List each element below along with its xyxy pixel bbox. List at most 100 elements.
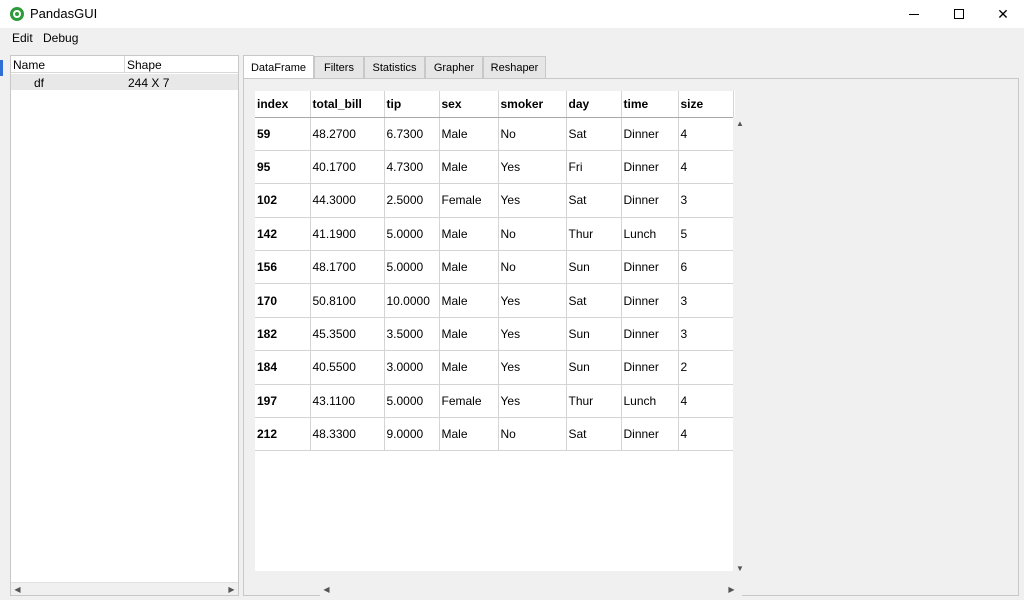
column-header-index[interactable]: index xyxy=(255,91,311,118)
table-cell[interactable]: Yes xyxy=(498,183,567,218)
table-cell[interactable]: Dinner xyxy=(621,117,679,151)
table-cell[interactable]: Male xyxy=(439,283,499,318)
navigator-row-df[interactable]: df 244 X 7 xyxy=(11,74,238,90)
table-cell[interactable]: 2 xyxy=(678,350,734,385)
table-cell[interactable]: Sat xyxy=(566,417,622,452)
table-row[interactable]: 59 48.2700 6.7300 Male No Sat Dinner 4 xyxy=(255,117,734,151)
tab-dataframe[interactable]: DataFrame xyxy=(243,55,314,79)
table-cell[interactable]: Dinner xyxy=(621,250,679,285)
table-cell[interactable]: 44.3000 xyxy=(310,183,385,218)
table-horizontal-scrollbar[interactable]: ◀ ▶ xyxy=(320,583,742,597)
row-index-cell[interactable]: 184 xyxy=(255,350,311,385)
table-cell[interactable]: Yes xyxy=(498,150,567,185)
table-cell[interactable]: Male xyxy=(439,417,499,452)
table-cell[interactable]: Yes xyxy=(498,350,567,385)
row-index-cell[interactable]: 212 xyxy=(255,417,311,452)
table-cell[interactable]: 4.7300 xyxy=(384,150,440,185)
table-cell[interactable]: Female xyxy=(439,384,499,419)
table-cell[interactable]: Sat xyxy=(566,283,622,318)
table-cell[interactable]: 43.1100 xyxy=(310,384,385,419)
row-index-cell[interactable]: 197 xyxy=(255,384,311,419)
table-cell[interactable]: Sun xyxy=(566,250,622,285)
close-button[interactable]: ✕ xyxy=(980,0,1024,28)
row-index-cell[interactable]: 156 xyxy=(255,250,311,285)
column-header-day[interactable]: day xyxy=(566,91,622,118)
table-cell[interactable]: Sat xyxy=(566,117,622,151)
table-cell[interactable]: 4 xyxy=(678,384,734,419)
table-vertical-scrollbar[interactable]: ▲ ▼ xyxy=(733,117,747,574)
table-cell[interactable]: Yes xyxy=(498,317,567,352)
table-cell[interactable]: No xyxy=(498,250,567,285)
table-cell[interactable]: 5.0000 xyxy=(384,217,440,252)
navigator-horizontal-scrollbar[interactable]: ◀ ▶ xyxy=(11,582,238,595)
table-row[interactable]: 184 40.5500 3.0000 Male Yes Sun Dinner 2 xyxy=(255,350,734,385)
table-cell[interactable]: Dinner xyxy=(621,350,679,385)
table-cell[interactable]: 4 xyxy=(678,417,734,452)
table-cell[interactable]: Yes xyxy=(498,384,567,419)
table-cell[interactable]: 40.1700 xyxy=(310,150,385,185)
scroll-right-icon[interactable]: ▶ xyxy=(225,583,238,596)
column-header-smoker[interactable]: smoker xyxy=(498,91,567,118)
table-cell[interactable]: 41.1900 xyxy=(310,217,385,252)
column-header-total-bill[interactable]: total_bill xyxy=(310,91,385,118)
tab-statistics[interactable]: Statistics xyxy=(364,56,425,78)
table-row[interactable]: 95 40.1700 4.7300 Male Yes Fri Dinner 4 xyxy=(255,150,734,185)
table-cell[interactable]: 4 xyxy=(678,117,734,151)
table-row[interactable]: 102 44.3000 2.5000 Female Yes Sat Dinner 3 xyxy=(255,183,734,218)
tab-grapher[interactable]: Grapher xyxy=(425,56,483,78)
table-row[interactable]: 156 48.1700 5.0000 Male No Sun Dinner 6 xyxy=(255,250,734,285)
row-index-cell[interactable]: 142 xyxy=(255,217,311,252)
table-cell[interactable]: 45.3500 xyxy=(310,317,385,352)
scroll-right-icon[interactable]: ▶ xyxy=(725,583,738,596)
table-cell[interactable]: 3 xyxy=(678,183,734,218)
table-cell[interactable]: No xyxy=(498,117,567,151)
table-cell[interactable]: 48.3300 xyxy=(310,417,385,452)
table-cell[interactable]: Thur xyxy=(566,217,622,252)
table-cell[interactable]: No xyxy=(498,217,567,252)
row-index-cell[interactable]: 95 xyxy=(255,150,311,185)
scroll-up-icon[interactable]: ▲ xyxy=(733,117,747,129)
scroll-down-icon[interactable]: ▼ xyxy=(733,562,747,574)
table-cell[interactable]: 3 xyxy=(678,283,734,318)
column-header-size[interactable]: size xyxy=(678,91,734,118)
row-index-cell[interactable]: 182 xyxy=(255,317,311,352)
table-cell[interactable]: Male xyxy=(439,217,499,252)
row-index-cell[interactable]: 170 xyxy=(255,283,311,318)
table-cell[interactable]: 40.5500 xyxy=(310,350,385,385)
table-cell[interactable]: 10.0000 xyxy=(384,283,440,318)
table-cell[interactable]: Male xyxy=(439,317,499,352)
table-cell[interactable]: Lunch xyxy=(621,384,679,419)
table-cell[interactable]: Male xyxy=(439,117,499,151)
table-cell[interactable]: 5.0000 xyxy=(384,250,440,285)
header-name[interactable]: Name xyxy=(13,58,45,72)
table-cell[interactable]: Dinner xyxy=(621,283,679,318)
table-cell[interactable]: Dinner xyxy=(621,150,679,185)
table-cell[interactable]: 48.1700 xyxy=(310,250,385,285)
table-cell[interactable]: Dinner xyxy=(621,183,679,218)
table-cell[interactable]: 5 xyxy=(678,217,734,252)
table-cell[interactable]: Female xyxy=(439,183,499,218)
table-cell[interactable]: 6.7300 xyxy=(384,117,440,151)
table-cell[interactable]: Male xyxy=(439,150,499,185)
table-row[interactable]: 170 50.8100 10.0000 Male Yes Sat Dinner 3 xyxy=(255,283,734,318)
table-cell[interactable]: No xyxy=(498,417,567,452)
table-cell[interactable]: Male xyxy=(439,350,499,385)
table-cell[interactable]: 48.2700 xyxy=(310,117,385,151)
table-cell[interactable]: 50.8100 xyxy=(310,283,385,318)
row-index-cell[interactable]: 59 xyxy=(255,117,311,151)
table-cell[interactable]: Yes xyxy=(498,283,567,318)
menu-debug[interactable]: Debug xyxy=(43,31,78,45)
row-index-cell[interactable]: 102 xyxy=(255,183,311,218)
minimize-button[interactable] xyxy=(891,0,937,28)
table-cell[interactable]: 6 xyxy=(678,250,734,285)
column-header-tip[interactable]: tip xyxy=(384,91,440,118)
tab-filters[interactable]: Filters xyxy=(314,56,364,78)
table-cell[interactable]: Dinner xyxy=(621,417,679,452)
table-cell[interactable]: 9.0000 xyxy=(384,417,440,452)
column-header-sex[interactable]: sex xyxy=(439,91,499,118)
menu-edit[interactable]: Edit xyxy=(12,31,33,45)
table-cell[interactable]: Sun xyxy=(566,350,622,385)
table-cell[interactable]: 3.0000 xyxy=(384,350,440,385)
table-cell[interactable]: Thur xyxy=(566,384,622,419)
table-cell[interactable]: 4 xyxy=(678,150,734,185)
